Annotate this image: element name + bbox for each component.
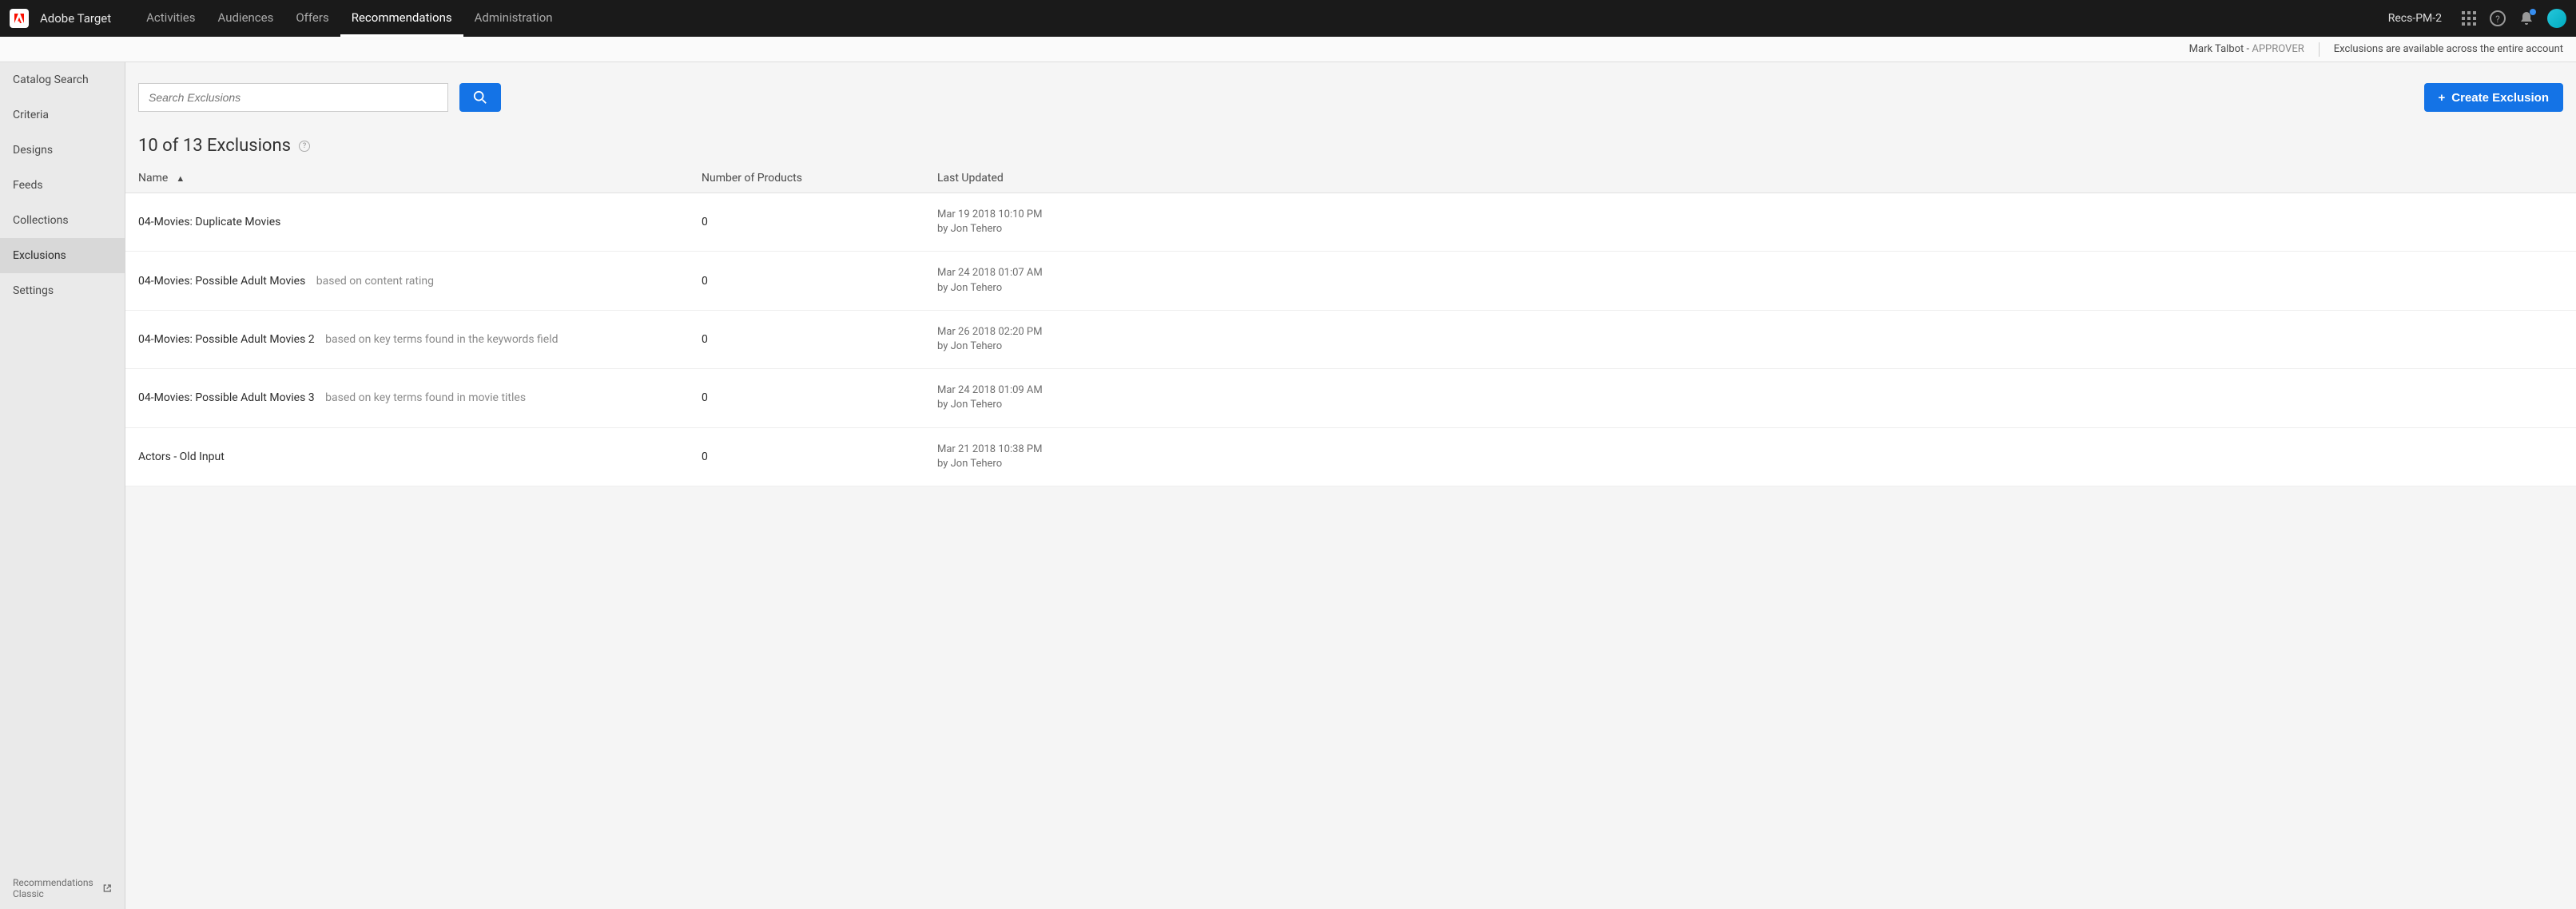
list-title-text: 10 of 13 Exclusions — [138, 136, 291, 156]
row-count: 0 — [702, 333, 937, 346]
table-row[interactable]: 04-Movies: Possible Adult Movies 2 based… — [125, 311, 2576, 369]
sidebar-item-collections[interactable]: Collections — [0, 203, 125, 238]
recommendations-classic-link[interactable]: Recommendations Classic — [0, 867, 125, 909]
nav-recommendations[interactable]: Recommendations — [340, 0, 463, 37]
username: Mark Talbot — [2189, 43, 2244, 55]
row-updated: Mar 26 2018 02:20 PM by Jon Tehero — [937, 325, 2563, 354]
search-icon — [473, 90, 487, 105]
external-link-icon — [103, 883, 112, 894]
table-body: 04-Movies: Duplicate Movies 0 Mar 19 201… — [125, 193, 2576, 486]
nav-offers[interactable]: Offers — [284, 0, 340, 37]
table-header: Name ▲ Number of Products Last Updated — [125, 164, 2576, 193]
user-info: Mark Talbot - APPROVER — [2189, 43, 2304, 55]
column-updated[interactable]: Last Updated — [937, 172, 2563, 185]
search-input[interactable] — [138, 83, 448, 112]
sort-ascending-icon: ▲ — [176, 173, 185, 184]
table-row[interactable]: 04-Movies: Duplicate Movies 0 Mar 19 201… — [125, 193, 2576, 252]
row-name: 04-Movies: Possible Adult Movies — [138, 275, 305, 288]
nav-audiences[interactable]: Audiences — [206, 0, 284, 37]
divider — [2319, 42, 2320, 57]
column-count[interactable]: Number of Products — [702, 172, 937, 185]
row-name: 04-Movies: Possible Adult Movies 2 — [138, 333, 315, 346]
avatar[interactable] — [2547, 9, 2566, 28]
row-updated: Mar 21 2018 10:38 PM by Jon Tehero — [937, 443, 2563, 471]
row-count: 0 — [702, 216, 937, 228]
sidebar-item-feeds[interactable]: Feeds — [0, 168, 125, 203]
sidebar-item-settings[interactable]: Settings — [0, 273, 125, 308]
row-count: 0 — [702, 275, 937, 288]
sidebar-item-catalog-search[interactable]: Catalog Search — [0, 62, 125, 97]
table-row[interactable]: 04-Movies: Possible Adult Movies 3 based… — [125, 369, 2576, 427]
top-header: Adobe Target Activities Audiences Offers… — [0, 0, 2576, 37]
workspace-name[interactable]: Recs-PM-2 — [2388, 12, 2442, 25]
create-label: Create Exclusion — [2451, 91, 2549, 105]
top-nav: Activities Audiences Offers Recommendati… — [135, 0, 563, 37]
table-row[interactable]: Actors - Old Input 0 Mar 21 2018 10:38 P… — [125, 428, 2576, 486]
row-name: 04-Movies: Duplicate Movies — [138, 216, 280, 228]
table-row[interactable]: 04-Movies: Possible Adult Movies based o… — [125, 252, 2576, 310]
adobe-icon — [13, 12, 26, 25]
sidebar-item-criteria[interactable]: Criteria — [0, 97, 125, 133]
row-desc: based on key terms found in the keywords… — [325, 333, 558, 346]
adobe-logo[interactable] — [10, 9, 29, 28]
row-desc: based on content rating — [316, 275, 434, 288]
row-desc: based on key terms found in movie titles — [325, 391, 526, 404]
toolbar: + Create Exclusion — [125, 62, 2576, 121]
user-role: APPROVER — [2252, 43, 2304, 55]
nav-administration[interactable]: Administration — [463, 0, 564, 37]
row-updated: Mar 19 2018 10:10 PM by Jon Tehero — [937, 208, 2563, 236]
sidebar-item-designs[interactable]: Designs — [0, 133, 125, 168]
classic-label: Recommendations Classic — [13, 877, 98, 899]
nav-activities[interactable]: Activities — [135, 0, 206, 37]
column-name-label: Name — [138, 172, 168, 185]
list-title: 10 of 13 Exclusions ? — [125, 121, 2576, 164]
scope-text: Exclusions are available across the enti… — [2334, 43, 2563, 55]
help-icon[interactable]: ? — [2490, 10, 2506, 26]
notification-dot — [2530, 9, 2536, 15]
row-name: Actors - Old Input — [138, 451, 225, 463]
product-name: Adobe Target — [40, 11, 111, 26]
content: + Create Exclusion 10 of 13 Exclusions ?… — [125, 62, 2576, 909]
column-name[interactable]: Name ▲ — [138, 172, 702, 185]
row-count: 0 — [702, 451, 937, 463]
sidebar-item-exclusions[interactable]: Exclusions — [0, 238, 125, 273]
search-button[interactable] — [459, 83, 501, 112]
notifications-icon[interactable] — [2518, 10, 2534, 26]
row-updated: Mar 24 2018 01:09 AM by Jon Tehero — [937, 383, 2563, 412]
header-left: Adobe Target Activities Audiences Offers… — [10, 0, 564, 37]
create-exclusion-button[interactable]: + Create Exclusion — [2424, 83, 2563, 112]
row-count: 0 — [702, 391, 937, 404]
sub-header: Mark Talbot - APPROVER Exclusions are av… — [0, 37, 2576, 62]
row-updated: Mar 24 2018 01:07 AM by Jon Tehero — [937, 266, 2563, 295]
layout: Catalog Search Criteria Designs Feeds Co… — [0, 62, 2576, 909]
apps-icon[interactable] — [2461, 10, 2477, 26]
svg-text:?: ? — [2495, 14, 2500, 25]
help-tooltip-icon[interactable]: ? — [299, 141, 310, 152]
sidebar: Catalog Search Criteria Designs Feeds Co… — [0, 62, 125, 909]
row-name: 04-Movies: Possible Adult Movies 3 — [138, 391, 315, 404]
plus-icon: + — [2439, 91, 2446, 105]
header-right: Recs-PM-2 ? — [2388, 9, 2566, 28]
